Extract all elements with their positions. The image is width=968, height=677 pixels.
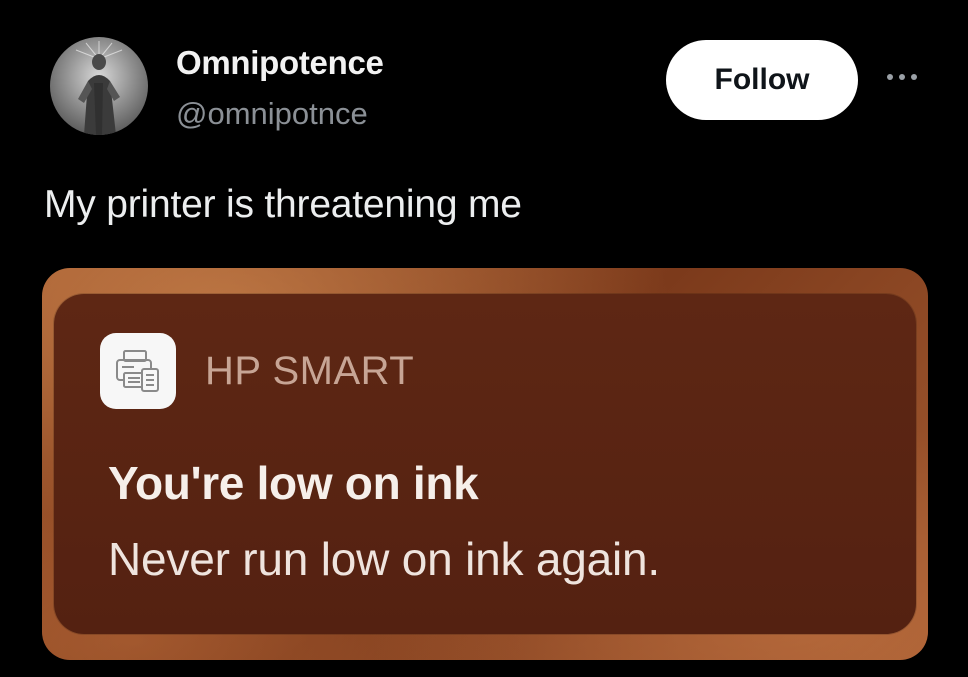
notification-app-name: HP SMART: [205, 349, 415, 393]
tweet-text: My printer is threatening me: [44, 183, 522, 226]
notification-title: You're low on ink: [108, 457, 479, 509]
more-dot: [899, 74, 905, 80]
statue-icon: [75, 41, 123, 135]
author-handle[interactable]: @omnipotnce: [176, 96, 368, 132]
more-options-icon[interactable]: [880, 60, 924, 94]
more-dot: [887, 74, 893, 80]
tweet-post: Omnipotence @omnipotnce Follow My printe…: [0, 0, 968, 677]
more-dot: [911, 74, 917, 80]
notification-body: Never run low on ink again.: [108, 533, 661, 585]
avatar[interactable]: [50, 37, 148, 135]
follow-button[interactable]: Follow: [666, 40, 858, 120]
printer-icon: [100, 333, 176, 409]
author-display-name[interactable]: Omnipotence: [176, 44, 384, 82]
